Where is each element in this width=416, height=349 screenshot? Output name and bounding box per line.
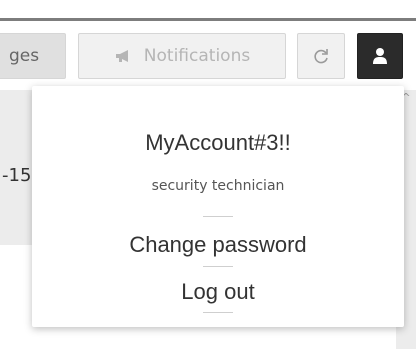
refresh-button[interactable] bbox=[297, 33, 345, 79]
top-divider bbox=[0, 18, 416, 21]
refresh-icon bbox=[314, 49, 328, 64]
user-icon bbox=[373, 48, 387, 64]
messages-button-label: ges bbox=[9, 46, 40, 66]
log-out-link[interactable]: Log out bbox=[32, 279, 404, 305]
background-partial-text: -15 bbox=[2, 165, 32, 186]
account-username: MyAccount#3!! bbox=[145, 130, 291, 155]
bullhorn-icon bbox=[115, 50, 128, 62]
messages-button[interactable]: ges bbox=[0, 33, 66, 79]
notifications-button-label: Notifications bbox=[143, 46, 251, 66]
account-role: security technician bbox=[151, 178, 285, 194]
account-button[interactable] bbox=[357, 33, 403, 79]
menu-divider bbox=[203, 216, 233, 217]
account-dropdown-menu: MyAccount#3!! security technician Change… bbox=[32, 86, 404, 327]
change-password-link[interactable]: Change password bbox=[32, 232, 404, 258]
notifications-button[interactable]: Notifications bbox=[78, 33, 286, 79]
menu-divider bbox=[203, 266, 233, 267]
menu-divider bbox=[203, 312, 233, 313]
